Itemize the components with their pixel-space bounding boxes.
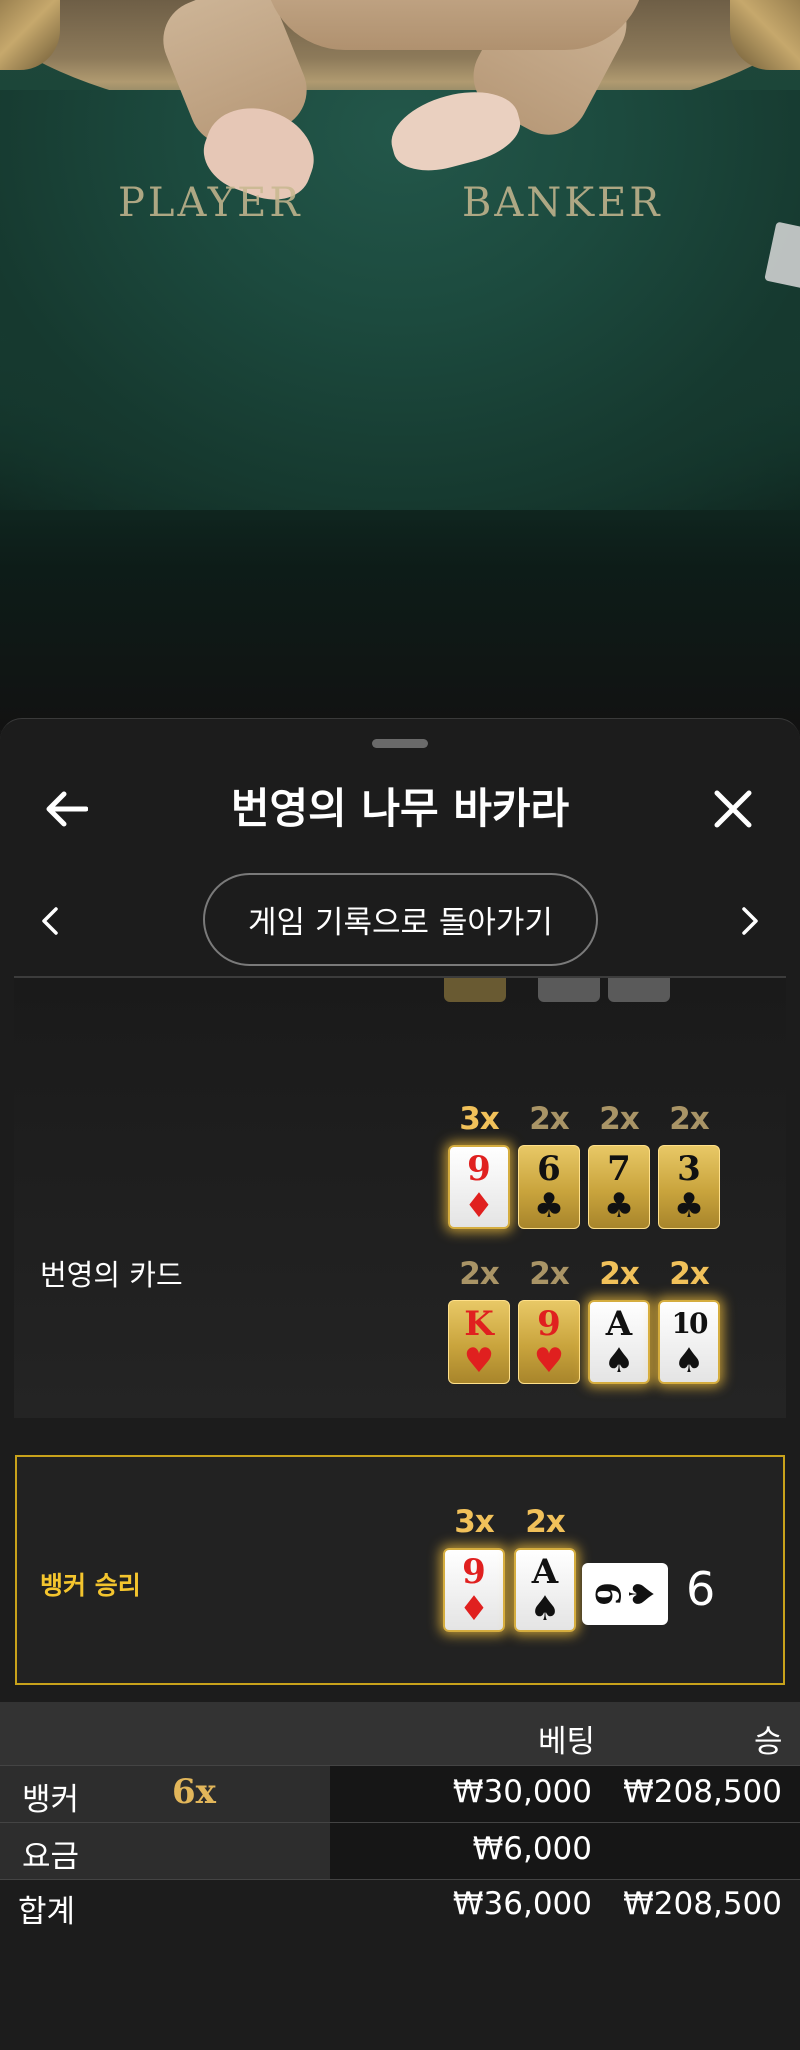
- back-to-history-button[interactable]: 게임 기록으로 돌아가기: [203, 873, 598, 966]
- playing-card: 9 ♦: [443, 1548, 505, 1632]
- dealer-torso: [265, 0, 645, 50]
- playing-card: 6 ♣: [518, 1145, 580, 1229]
- card-suit: ♠: [673, 1341, 705, 1381]
- result-label: 뱅커 승리: [40, 1571, 141, 1600]
- card-multiplier: 2x: [525, 1504, 566, 1540]
- card-rank: 9: [462, 1552, 486, 1592]
- card-suit: ♦: [463, 1186, 495, 1226]
- bet-row-fee: 요금 ₩6,000: [0, 1823, 800, 1879]
- playing-card: 3 ♣: [658, 1145, 720, 1229]
- card-rank: 9: [467, 1149, 491, 1189]
- bet-multiplier-badge: 6x: [172, 1772, 216, 1812]
- card-rank: 3: [677, 1149, 701, 1189]
- felt-label-banker: BANKER: [462, 180, 663, 226]
- playing-card: 10 ♠: [658, 1300, 720, 1384]
- card-multiplier: 2x: [529, 1256, 570, 1292]
- bet-name: 뱅커: [22, 1782, 80, 1818]
- card-suit: ♠: [529, 1589, 561, 1629]
- total-win-amount: ₩208,500: [623, 1886, 782, 1922]
- card-multiplier: 2x: [529, 1101, 570, 1137]
- chevron-right-icon[interactable]: [720, 886, 780, 956]
- card-suit: ♥: [463, 1341, 495, 1381]
- card-rank: K: [464, 1304, 494, 1344]
- card-rank: 6: [537, 1149, 561, 1189]
- bet-table-header: 베팅 승: [0, 1702, 800, 1765]
- total-label: 합계: [18, 1894, 76, 1930]
- bet-name: 요금: [22, 1839, 80, 1875]
- bet-amount: ₩6,000: [472, 1831, 592, 1867]
- card-rank: 7: [607, 1149, 631, 1189]
- card-multiplier: 2x: [599, 1256, 640, 1292]
- sideways-card: 6 ♠: [582, 1563, 668, 1625]
- card-multiplier: 2x: [669, 1101, 710, 1137]
- close-icon[interactable]: [698, 774, 768, 844]
- card-rank: 9: [537, 1304, 561, 1344]
- playing-card: K ♥: [448, 1300, 510, 1384]
- playing-card: 9 ♦: [448, 1145, 510, 1229]
- scrolled-card-fragment: [538, 978, 600, 1002]
- card-multiplier: 3x: [459, 1101, 500, 1137]
- playing-card: 7 ♣: [588, 1145, 650, 1229]
- side-card-suit: ♠: [619, 1578, 660, 1610]
- prosperity-cards-label: 번영의 카드: [40, 1258, 183, 1292]
- win-amount: ₩208,500: [623, 1774, 782, 1810]
- playing-card: A ♠: [588, 1300, 650, 1384]
- sheet-title: 번영의 나무 바카라: [230, 784, 570, 833]
- live-video-feed: PLAYER BANKER: [0, 0, 800, 730]
- card-suit: ♠: [603, 1341, 635, 1381]
- bet-row-banker: 뱅커 6x ₩30,000 ₩208,500: [0, 1766, 800, 1822]
- header-win: 승: [754, 1724, 783, 1760]
- card-multiplier: 2x: [669, 1256, 710, 1292]
- card-multiplier: 3x: [454, 1504, 495, 1540]
- card-rank: 10: [671, 1307, 709, 1340]
- card-rank: A: [605, 1304, 633, 1344]
- bet-row-total: 합계 ₩36,000 ₩208,500: [0, 1880, 800, 1936]
- card-multiplier: 2x: [599, 1101, 640, 1137]
- card-multiplier: 2x: [459, 1256, 500, 1292]
- bet-amount: ₩30,000: [452, 1774, 592, 1810]
- card-suit: ♣: [603, 1186, 635, 1226]
- felt-label-player: PLAYER: [118, 180, 303, 226]
- header-bet: 베팅: [538, 1724, 596, 1760]
- scrolled-card-fragment: [444, 978, 506, 1002]
- sheet-drag-handle[interactable]: [372, 739, 428, 748]
- card-suit: ♣: [673, 1186, 705, 1226]
- playing-card: 9 ♥: [518, 1300, 580, 1384]
- playing-card: A ♠: [514, 1548, 576, 1632]
- chevron-left-icon[interactable]: [20, 886, 80, 956]
- card-suit: ♦: [458, 1589, 490, 1629]
- card-suit: ♥: [533, 1341, 565, 1381]
- card-rank: A: [531, 1552, 559, 1592]
- card-suit: ♣: [533, 1186, 565, 1226]
- banker-score: 6: [686, 1562, 716, 1616]
- scrolled-card-fragment: [608, 978, 670, 1002]
- total-bet-amount: ₩36,000: [452, 1886, 592, 1922]
